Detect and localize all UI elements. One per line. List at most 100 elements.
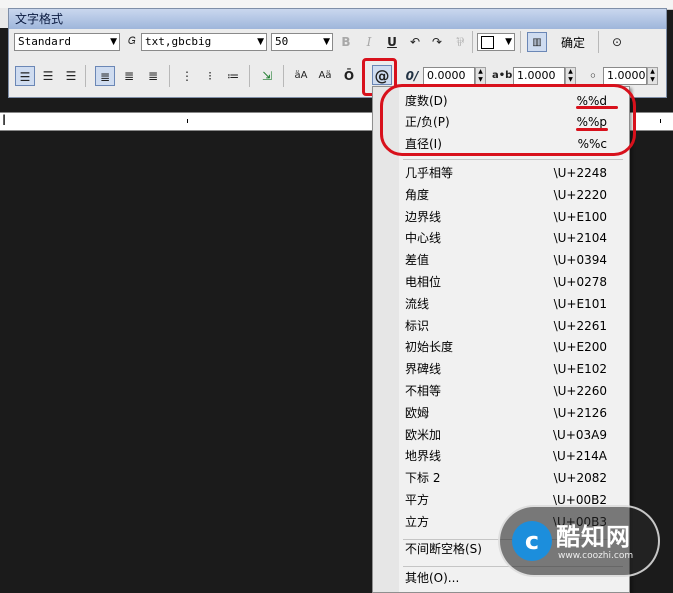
- menu-separator: [403, 159, 623, 160]
- align-right-icon[interactable]: ☰: [61, 66, 81, 86]
- insert-field-icon[interactable]: ⇲: [257, 66, 277, 86]
- menu-item-symbol[interactable]: 初始长度 \U+E200: [373, 337, 629, 358]
- width-factor-spinner[interactable]: ▲ ▼: [647, 67, 658, 85]
- annotation-underline-plus-minus: [576, 128, 608, 131]
- menu-item-code: \U+E100: [553, 209, 607, 224]
- align-center-icon[interactable]: ☰: [38, 66, 58, 86]
- redo-icon[interactable]: ↷: [427, 32, 447, 52]
- text-height-value: 50: [275, 35, 289, 48]
- menu-item-code: \U+03A9: [553, 427, 607, 442]
- ruler-tick: [660, 119, 661, 123]
- menu-item-code: \U+E200: [553, 340, 607, 355]
- menu-item-label: 平方: [405, 493, 430, 507]
- separator: [169, 65, 170, 87]
- letter-list-icon[interactable]: ≔: [223, 66, 243, 86]
- tracking-icon: a•b: [492, 70, 513, 81]
- separator: [249, 65, 250, 87]
- menu-item-label: 欧米加: [405, 427, 442, 442]
- watermark: c 酷知网 www.coozhi.com: [498, 505, 660, 577]
- separator: [85, 65, 86, 87]
- options-icon[interactable]: ⊙: [607, 32, 627, 52]
- menu-item-symbol[interactable]: 欧姆 \U+2126: [373, 403, 629, 424]
- align-middle-icon[interactable]: ≣: [119, 66, 139, 86]
- font-dropdown[interactable]: txt,gbcbig ▼: [141, 33, 267, 51]
- font-value: txt,gbcbig: [145, 35, 212, 48]
- menu-item-label: 其他(O)...: [405, 571, 460, 585]
- bullet-list-icon[interactable]: ⁝: [200, 66, 220, 86]
- align-bottom-icon[interactable]: ≣: [143, 66, 163, 86]
- menu-item-symbol[interactable]: 欧米加 \U+03A9: [373, 425, 629, 446]
- separator: [598, 31, 599, 53]
- chevron-down-icon: ▼: [505, 37, 512, 47]
- coozhi-logo-icon: c: [512, 521, 552, 561]
- oblique-angle-icon: 0/: [405, 69, 419, 83]
- ruler-tick: [187, 119, 188, 123]
- menu-item-symbol[interactable]: 下标 2 \U+2082: [373, 468, 629, 489]
- menu-item-label: 欧姆: [405, 405, 430, 420]
- menu-item-label: 角度: [405, 187, 430, 202]
- numbered-list-icon[interactable]: ⋮: [177, 66, 197, 86]
- menu-item-symbol[interactable]: 地界线 \U+214A: [373, 446, 629, 467]
- stack-icon[interactable]: ⅌: [450, 32, 470, 52]
- undo-icon[interactable]: ↶: [405, 32, 425, 52]
- menu-item-label: 立方: [405, 514, 430, 529]
- menu-item-symbol[interactable]: 几乎相等 \U+2248: [373, 163, 629, 184]
- watermark-url: www.coozhi.com: [558, 551, 634, 561]
- ruler-toggle-icon[interactable]: ▥: [527, 32, 547, 52]
- align-left-icon[interactable]: ☰: [15, 66, 35, 86]
- uppercase-icon[interactable]: äA: [291, 66, 311, 86]
- style-dropdown[interactable]: Standard ▼: [14, 33, 120, 51]
- menu-item-code: \U+E102: [553, 362, 607, 377]
- oblique-angle-input[interactable]: 0.0000: [423, 67, 475, 85]
- font-icon: 𝐺: [128, 36, 136, 47]
- menu-item-code: \U+2260: [553, 384, 607, 398]
- menu-item-label: 下标 2: [405, 471, 441, 486]
- color-dropdown[interactable]: ▼: [477, 33, 515, 51]
- menu-item-label: 中心线: [405, 231, 442, 246]
- text-height-dropdown[interactable]: 50 ▼: [271, 33, 333, 51]
- underline-button[interactable]: U: [382, 32, 402, 52]
- lowercase-icon[interactable]: Aä: [315, 66, 335, 86]
- oblique-angle-spinner[interactable]: ▲ ▼: [475, 67, 486, 85]
- chevron-down-icon: ▼: [323, 37, 330, 47]
- menu-item-code: \U+E101: [553, 296, 607, 311]
- menu-item-code: \U+2261: [553, 318, 607, 333]
- separator: [472, 31, 473, 53]
- menu-item-symbol[interactable]: 界碑线 \U+E102: [373, 359, 629, 380]
- menu-item-code: \U+2082: [553, 471, 607, 486]
- annotation-ring-top-items: [380, 84, 636, 156]
- ok-button[interactable]: 确定: [561, 34, 585, 51]
- tracking-input[interactable]: 1.0000: [513, 67, 565, 85]
- menu-item-code: \U+0394: [553, 253, 607, 268]
- chevron-down-icon: ▼: [257, 37, 264, 47]
- bold-button[interactable]: B: [336, 32, 356, 52]
- width-factor-input[interactable]: 1.0000: [603, 67, 647, 85]
- menu-item-symbol[interactable]: 边界线 \U+E100: [373, 207, 629, 228]
- menu-item-symbol[interactable]: 不相等 \U+2260: [373, 381, 629, 402]
- chevron-down-icon: ▼: [110, 37, 117, 47]
- menu-item-label: 不间断空格(S): [405, 542, 482, 556]
- menu-item-code: \U+214A: [553, 449, 607, 464]
- menu-item-code: \U+2104: [553, 231, 607, 246]
- ruler-indent-marker[interactable]: I: [2, 113, 6, 130]
- menu-item-label: 不相等: [405, 384, 442, 398]
- menu-item-symbol[interactable]: 流线 \U+E101: [373, 294, 629, 315]
- menu-item-label: 初始长度: [405, 340, 454, 355]
- tracking-spinner[interactable]: ▲ ▼: [565, 67, 576, 85]
- style-value: Standard: [18, 35, 71, 48]
- italic-button[interactable]: I: [359, 32, 379, 52]
- watermark-name: 酷知网: [556, 523, 631, 551]
- menu-item-symbol[interactable]: 标识 \U+2261: [373, 316, 629, 337]
- menu-item-symbol[interactable]: 中心线 \U+2104: [373, 228, 629, 249]
- align-top-icon[interactable]: ≣: [95, 66, 115, 86]
- width-factor-icon: ◦: [589, 69, 597, 83]
- menu-item-code: \U+2248: [553, 166, 607, 180]
- menu-item-symbol[interactable]: 角度 \U+2220: [373, 185, 629, 206]
- overline-icon[interactable]: Ō: [339, 66, 359, 86]
- menu-item-symbol[interactable]: 电相位 \U+0278: [373, 272, 629, 293]
- toolbar-title: 文字格式: [9, 9, 666, 29]
- menu-item-label: 差值: [405, 253, 430, 268]
- menu-item-label: 电相位: [405, 275, 442, 289]
- menu-item-symbol[interactable]: 差值 \U+0394: [373, 250, 629, 271]
- window-left-edge: [0, 8, 8, 28]
